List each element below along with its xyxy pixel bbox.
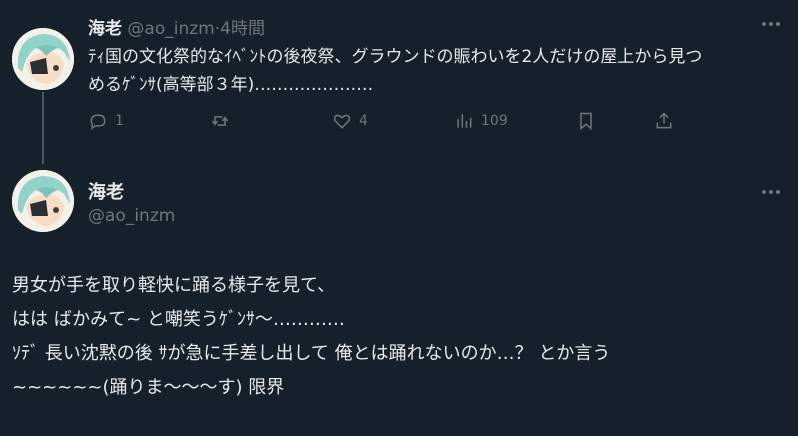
post-header: 海老 @ao_inzm·4時間: [88, 14, 265, 39]
post-text-line: ｿﾃﾞ 長い沈黙の後 ｻが急に手差し出して 俺とは踊れないのか…？ とか言う: [12, 343, 611, 364]
action-bar: 1 4 109: [88, 111, 688, 137]
bookmark-icon: [580, 112, 592, 131]
share-button[interactable]: [654, 111, 674, 131]
avatar-image: [12, 28, 74, 90]
post-text-line: ~~~~~~(踊りま〜〜〜す) 限界: [12, 377, 285, 398]
repost-button[interactable]: [210, 111, 237, 131]
avatar[interactable]: [12, 28, 74, 90]
like-count: 4: [359, 113, 368, 129]
post-text-line: はは ばかみて~ と嘲笑うｹﾞﾝｻ〜…………: [12, 309, 345, 330]
share-upload-icon: [656, 112, 672, 129]
like-button[interactable]: 4: [332, 111, 368, 131]
views-button[interactable]: 109: [454, 111, 508, 131]
speech-bubble-icon: [90, 114, 106, 131]
more-options-icon[interactable]: [762, 190, 780, 194]
thread-connector-line: [42, 92, 44, 164]
bar-chart-icon: [457, 114, 472, 128]
more-options-icon[interactable]: [762, 22, 780, 26]
post-text-line: めるｹﾞﾝｻ(高等部３年)…………………: [88, 75, 374, 95]
post-time[interactable]: 4時間: [220, 19, 265, 39]
bookmark-button[interactable]: [576, 111, 596, 131]
heart-icon: [333, 114, 351, 129]
reply-button[interactable]: 1: [88, 111, 124, 131]
handle[interactable]: @ao_inzm: [127, 19, 214, 39]
avatar[interactable]: [12, 170, 74, 232]
display-name[interactable]: 海老: [88, 178, 124, 204]
post-text-line: 男女が手を取り軽快に踊る様子を見て、: [12, 275, 336, 296]
avatar-image: [12, 170, 74, 232]
handle[interactable]: @ao_inzm: [88, 206, 175, 226]
reply-count: 1: [115, 113, 124, 129]
post-text-line: ﾃｨ国の文化祭的なｲﾍﾞﾝﾄの後夜祭、グラウンドの賑わいを2人だけの屋上から見つ: [88, 47, 703, 67]
display-name[interactable]: 海老: [88, 19, 122, 39]
repost-arrows-icon: [211, 116, 229, 126]
views-count: 109: [481, 113, 508, 129]
